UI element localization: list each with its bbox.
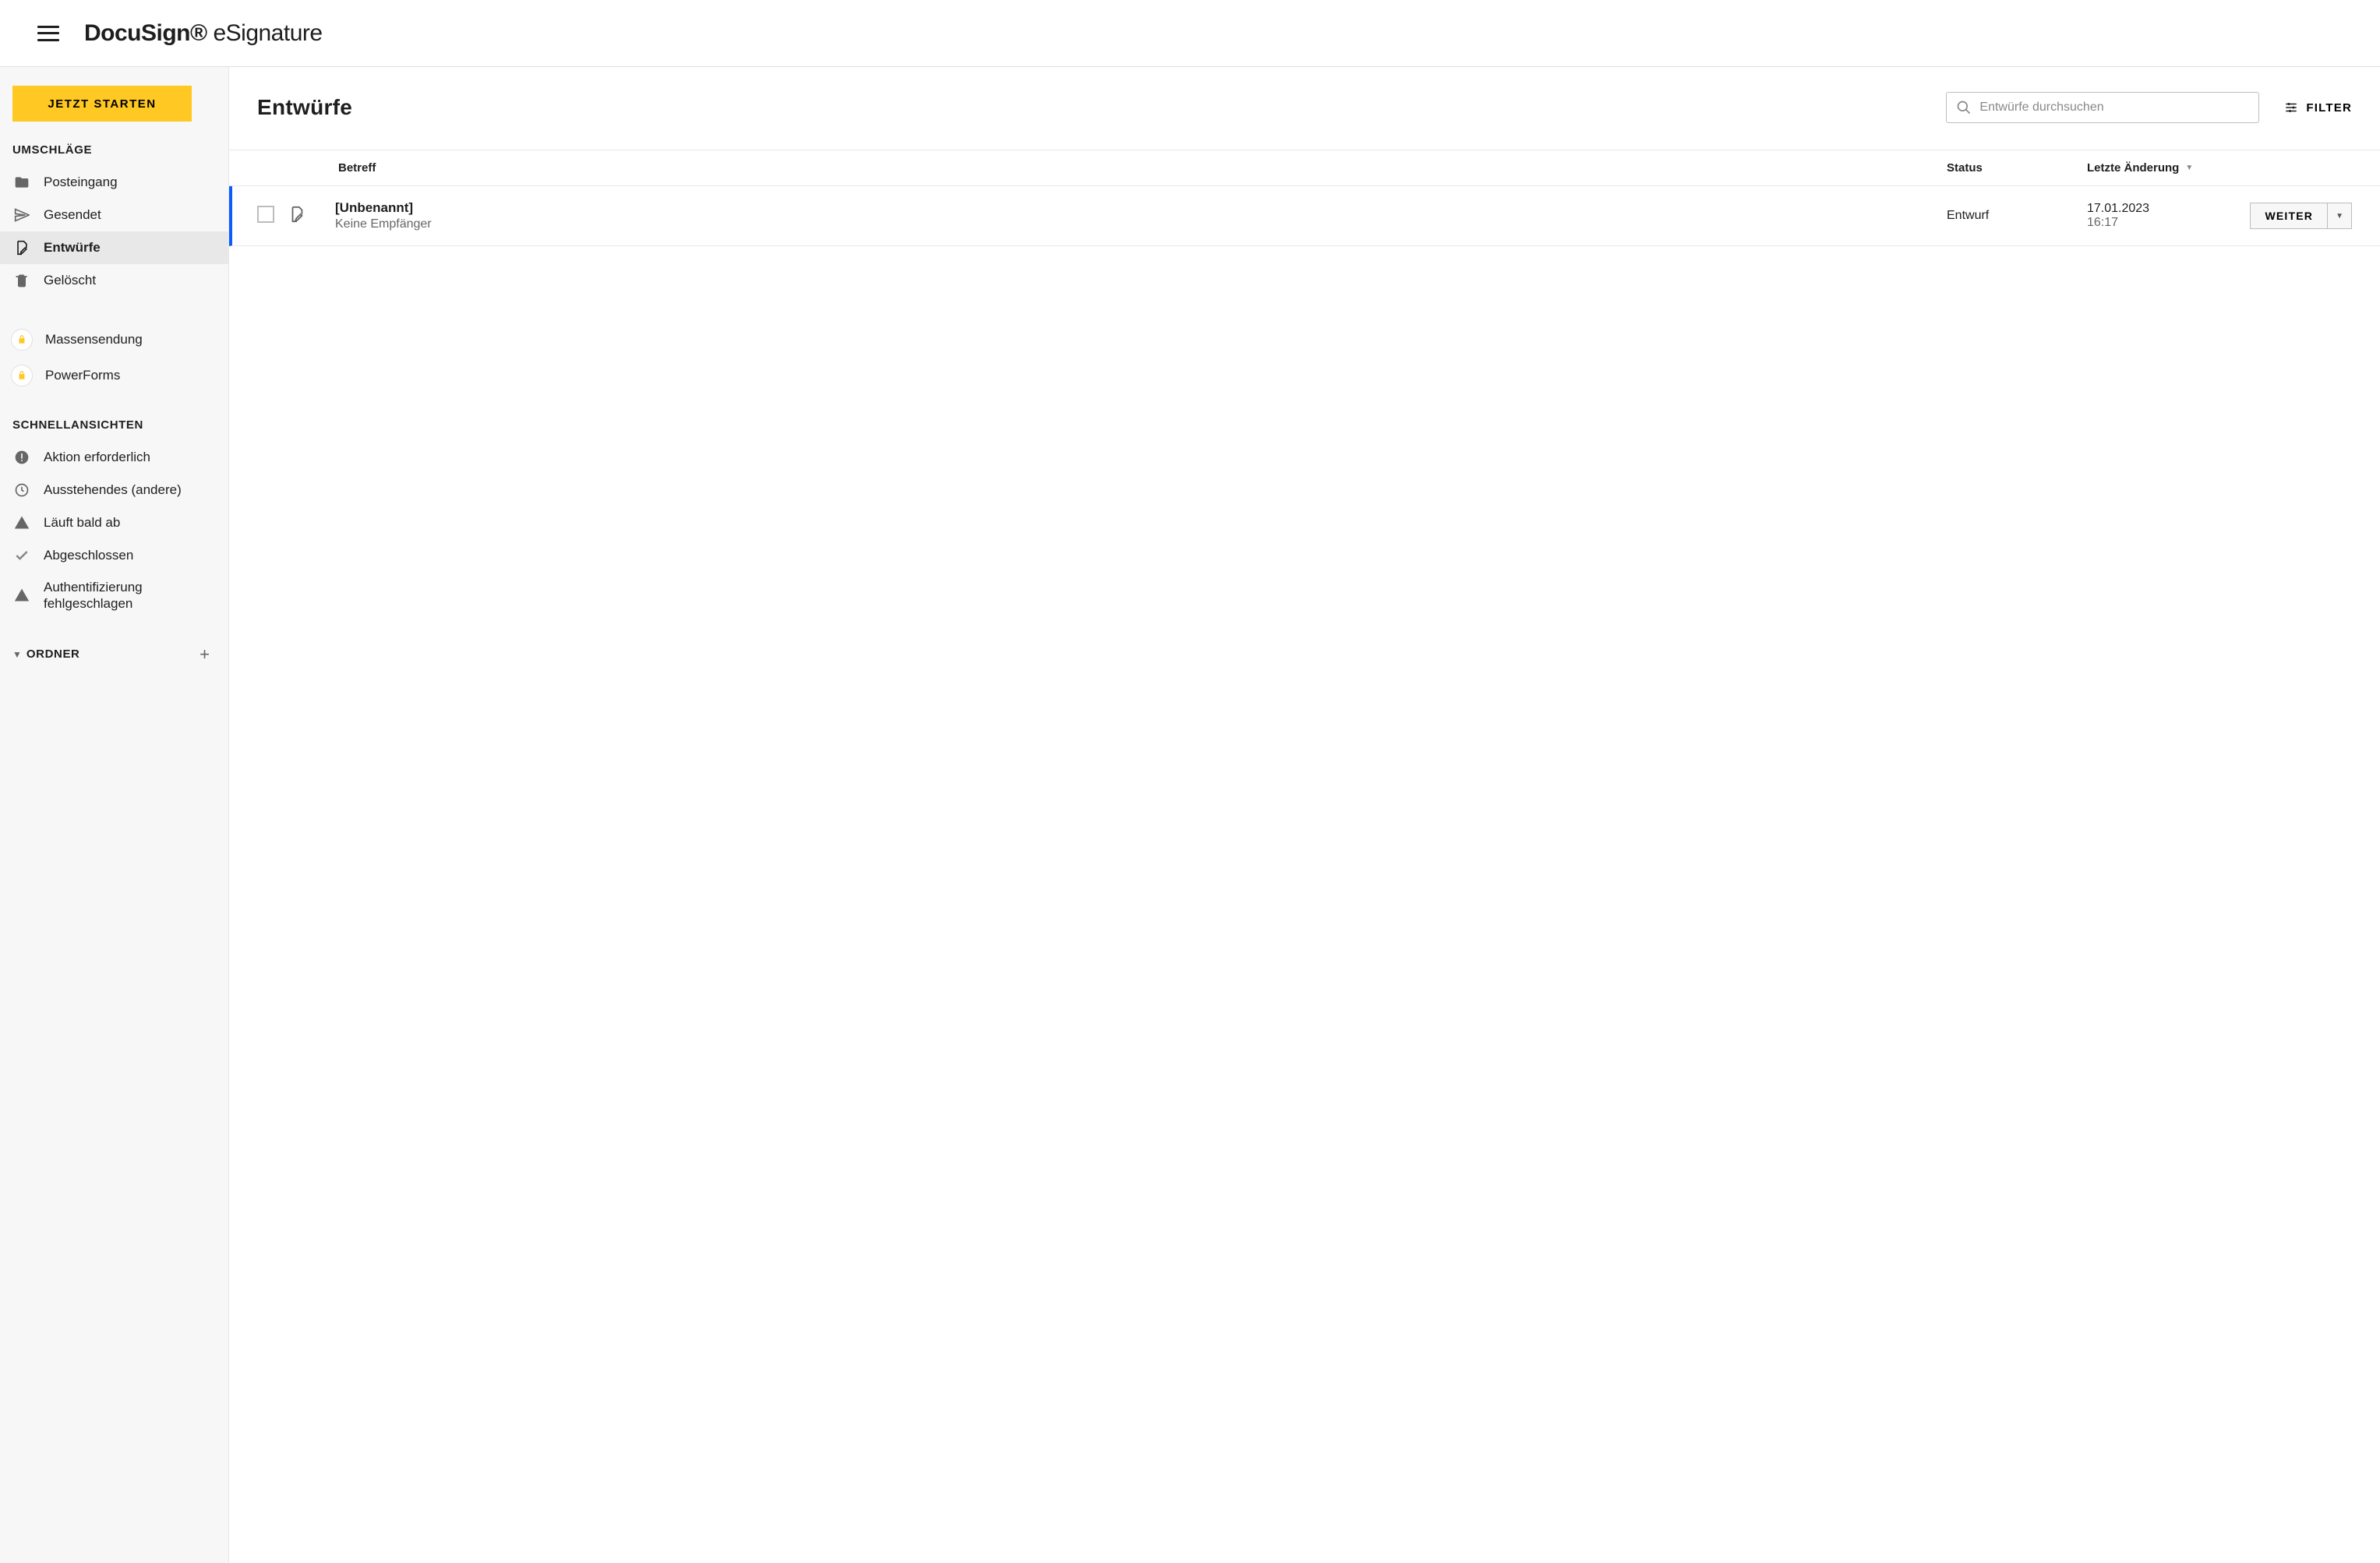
sidebar-item-auth-failed[interactable]: Authentifizierung fehlgeschlagen [12, 572, 216, 619]
check-icon [12, 546, 31, 565]
filter-icon [2284, 101, 2298, 115]
row-recipient: Keine Empfänger [335, 217, 1947, 231]
warning-icon [12, 586, 31, 605]
sidebar-item-inbox[interactable]: Posteingang [12, 166, 216, 199]
sidebar-item-label: Abgeschlossen [44, 547, 133, 563]
warning-icon [12, 513, 31, 532]
sidebar-item-label: Entwürfe [44, 240, 101, 256]
sidebar-item-action-required[interactable]: Aktion erforderlich [12, 441, 216, 474]
sidebar-item-deleted[interactable]: Gelöscht [12, 264, 216, 297]
alert-circle-icon [12, 448, 31, 467]
folders-label: ORDNER [26, 647, 80, 661]
sidebar-item-label: Gelöscht [44, 273, 96, 288]
section-quickviews: SCHNELLANSICHTEN [12, 418, 216, 432]
search-icon [1956, 100, 1972, 115]
th-status[interactable]: Status [1947, 161, 2087, 175]
sidebar-item-label: Ausstehendes (andere) [44, 482, 182, 498]
main-content: Entwürfe FILTER Betreff Status Letzte Än… [229, 67, 2380, 1563]
lock-icon [11, 329, 33, 351]
sidebar-item-label: Posteingang [44, 175, 118, 190]
continue-button[interactable]: WEITER [2250, 203, 2328, 229]
sidebar-item-completed[interactable]: Abgeschlossen [12, 539, 216, 572]
sidebar-item-label: Aktion erforderlich [44, 449, 150, 465]
sidebar-item-expiring[interactable]: Läuft bald ab [12, 506, 216, 539]
sidebar-item-sent[interactable]: Gesendet [12, 199, 216, 231]
sidebar-item-label: Läuft bald ab [44, 514, 120, 531]
row-time: 16:17 [2087, 216, 2227, 230]
inbox-icon [12, 173, 31, 192]
search-box[interactable] [1946, 92, 2259, 123]
row-checkbox[interactable] [257, 206, 274, 223]
table-header: Betreff Status Letzte Änderung ▼ [229, 150, 2380, 186]
send-icon [12, 206, 31, 224]
page-title: Entwürfe [257, 95, 352, 120]
section-envelopes: UMSCHLÄGE [12, 143, 216, 157]
row-date: 17.01.2023 [2087, 202, 2227, 216]
sidebar: JETZT STARTEN UMSCHLÄGE Posteingang Gese… [0, 67, 229, 1563]
sidebar-item-label: Authentifizierung fehlgeschlagen [44, 579, 210, 612]
lock-icon [11, 365, 33, 386]
draft-icon [12, 238, 31, 257]
start-button[interactable]: JETZT STARTEN [12, 86, 192, 122]
table-row[interactable]: [Unbenannt] Keine Empfänger Entwurf 17.0… [229, 186, 2380, 246]
row-status: Entwurf [1947, 209, 2087, 223]
filter-button[interactable]: FILTER [2284, 101, 2352, 115]
row-subject: [Unbenannt] [335, 200, 1947, 216]
search-input[interactable] [1979, 101, 2249, 115]
sidebar-item-label: Gesendet [44, 207, 101, 223]
th-modified[interactable]: Letzte Änderung ▼ [2087, 161, 2227, 175]
sidebar-item-pending[interactable]: Ausstehendes (andere) [12, 474, 216, 506]
hamburger-menu[interactable] [37, 26, 59, 41]
sidebar-item-label: Massensendung [45, 332, 143, 348]
sidebar-item-drafts[interactable]: Entwürfe [0, 231, 228, 264]
draft-icon [288, 205, 335, 228]
chevron-down-icon: ▼ [12, 649, 22, 660]
sidebar-item-bulk-send[interactable]: Massensendung [12, 322, 216, 358]
folders-section[interactable]: ▼ ORDNER + [12, 644, 216, 665]
add-folder-button[interactable]: + [200, 644, 210, 665]
sort-desc-icon: ▼ [2185, 164, 2193, 172]
trash-icon [12, 271, 31, 290]
sidebar-item-label: PowerForms [45, 368, 120, 383]
th-subject[interactable]: Betreff [338, 161, 432, 175]
clock-icon [12, 481, 31, 499]
sidebar-item-powerforms[interactable]: PowerForms [12, 358, 216, 393]
brand-logo: DocuSign® eSignature [84, 20, 323, 47]
topbar: DocuSign® eSignature [0, 0, 2380, 67]
chevron-down-icon: ▼ [2336, 212, 2343, 221]
row-actions-dropdown[interactable]: ▼ [2328, 203, 2352, 229]
